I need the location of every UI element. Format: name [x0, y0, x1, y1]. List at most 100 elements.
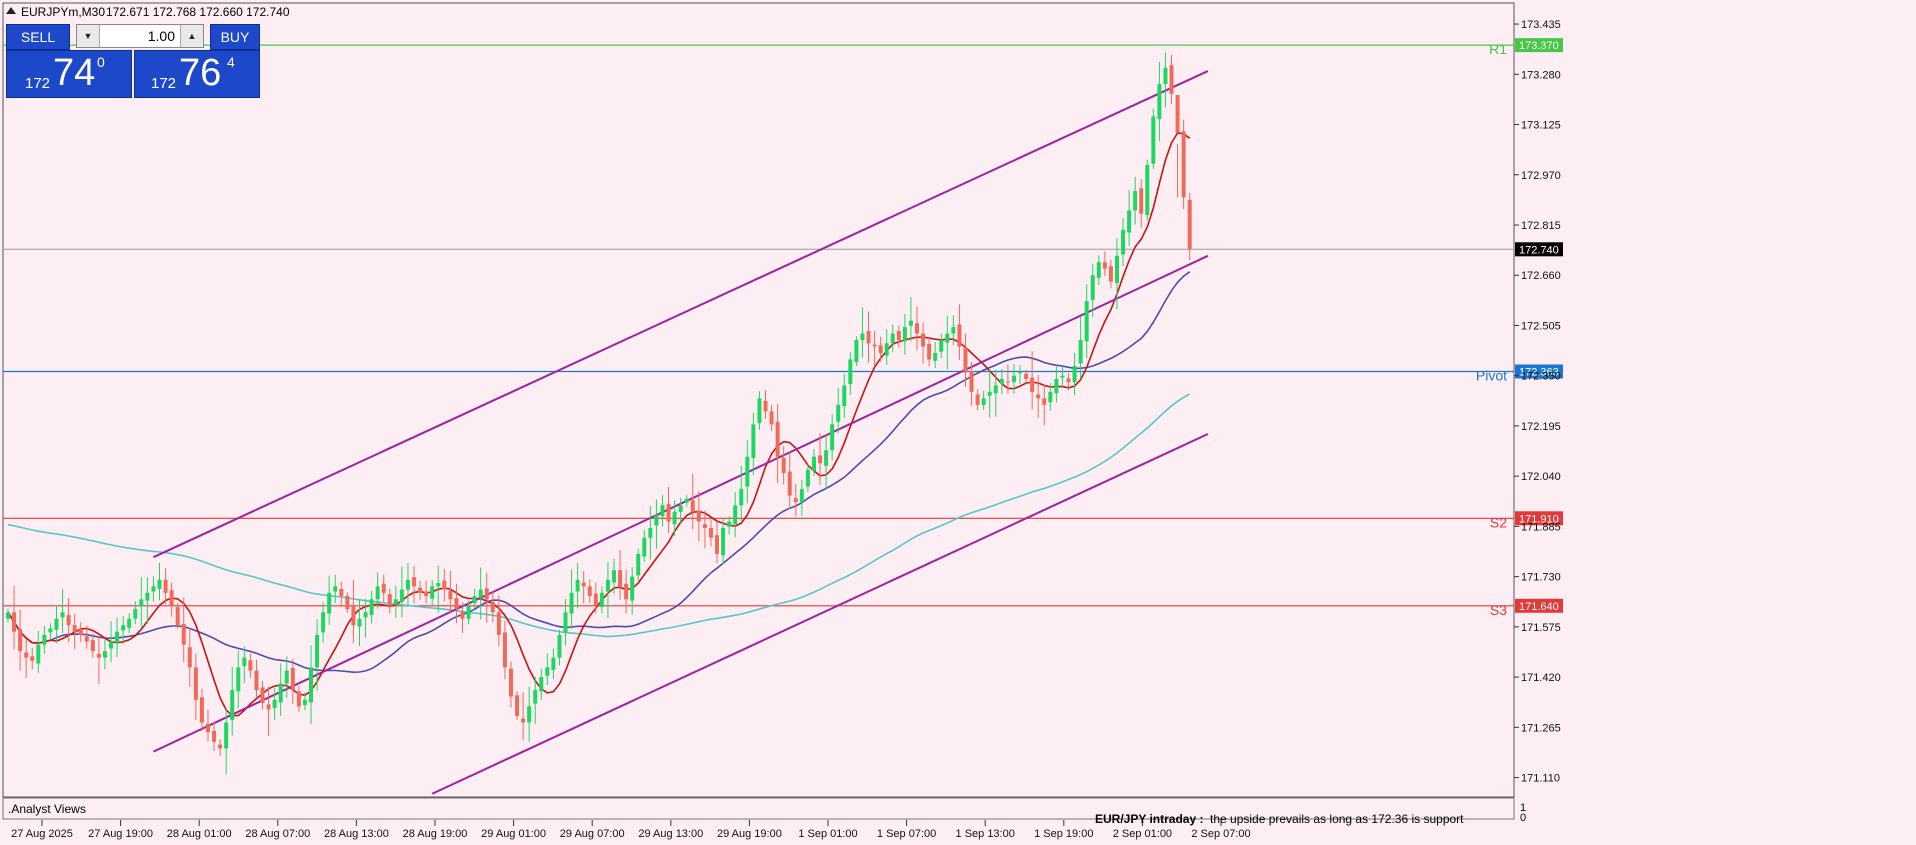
lot-size-value[interactable]: 1.00: [101, 25, 179, 47]
candle-body: [1181, 131, 1186, 198]
candle-body: [72, 625, 77, 632]
price-tick-label: 173.125: [1521, 120, 1561, 132]
candle-body: [696, 510, 701, 522]
candle-body: [605, 579, 610, 592]
analyst-comment-text: the upside prevails as long as 172.36 is…: [1210, 812, 1464, 826]
candle-body: [848, 359, 853, 385]
candle-body: [1151, 116, 1156, 164]
candle-body: [587, 586, 592, 597]
price-tick-label: 171.265: [1521, 722, 1561, 734]
candle-body: [169, 590, 174, 606]
price-tick-label: 173.435: [1521, 19, 1561, 31]
price-tick-label: 172.815: [1521, 220, 1561, 232]
candle-body: [1048, 391, 1053, 403]
candle-body: [763, 400, 768, 412]
candle-body: [151, 586, 156, 592]
candle-body: [666, 504, 671, 522]
candle-body: [472, 596, 477, 604]
price-tick-label: 171.730: [1521, 572, 1561, 584]
candle-body: [581, 582, 586, 587]
candle-body: [315, 634, 320, 668]
sell-price-prefix: 172: [25, 75, 51, 92]
candle-body: [896, 330, 901, 341]
candle-body: [1163, 67, 1168, 85]
candle-body: [1169, 65, 1174, 94]
candle-body: [945, 333, 950, 343]
candle-body: [187, 647, 192, 668]
candle-body: [921, 333, 926, 347]
time-tick-label: 27 Aug 19:00: [88, 828, 153, 840]
buy-price-point: 4: [227, 54, 235, 70]
candle-body: [866, 330, 871, 344]
candle-body: [181, 623, 186, 645]
candle-body: [1005, 381, 1010, 383]
candle-body: [751, 424, 756, 459]
candle-body: [612, 570, 616, 583]
candle-body: [18, 629, 23, 652]
buy-price-box[interactable]: 172 76 4: [134, 50, 260, 98]
time-tick-label: 28 Aug 07:00: [245, 828, 310, 840]
candle-body: [266, 704, 271, 710]
candle-body: [563, 612, 568, 633]
candle-body: [1066, 378, 1071, 383]
candle-body: [145, 592, 150, 601]
price-tick-label: 172.040: [1521, 471, 1561, 483]
candle-body: [375, 586, 380, 600]
candle-body: [1121, 229, 1126, 255]
candle-body: [1133, 190, 1138, 211]
sell-button[interactable]: SELL: [6, 24, 70, 50]
candle-body: [1054, 378, 1059, 394]
candle-body: [1060, 375, 1065, 378]
candle-body: [1114, 255, 1119, 284]
candle-body: [769, 411, 774, 425]
candle-body: [418, 587, 423, 593]
time-tick-label: 29 Aug 13:00: [638, 828, 703, 840]
candle-body: [575, 579, 580, 592]
candle-body: [593, 593, 598, 606]
candle-body: [1024, 373, 1029, 379]
sell-price-box[interactable]: 172 74 0: [6, 50, 132, 98]
candle-body: [787, 471, 792, 496]
time-tick-label: 1 Sep 19:00: [1034, 828, 1093, 840]
lot-size-field[interactable]: ▼ 1.00 ▲: [76, 24, 204, 48]
candle-body: [508, 668, 513, 697]
lot-increase-icon[interactable]: ▲: [180, 25, 203, 47]
candle-body: [933, 353, 938, 361]
level-price-label-r1: 173.370: [1519, 40, 1559, 52]
price-tick-label: 171.575: [1521, 622, 1561, 634]
candle-body: [642, 537, 647, 557]
candle-body: [12, 612, 17, 632]
candle-body: [6, 612, 10, 619]
candle-body: [218, 744, 223, 749]
candle-body: [878, 345, 883, 354]
candle-body: [230, 690, 235, 720]
price-tick-label: 172.350: [1521, 371, 1561, 383]
lot-decrease-icon[interactable]: ▼: [77, 25, 100, 47]
sell-price-point: 0: [97, 54, 105, 70]
current-price-label: 172.740: [1519, 244, 1559, 256]
candle-body: [799, 489, 804, 503]
candle-body: [478, 589, 483, 598]
candle-body: [157, 579, 162, 589]
candle-body: [224, 722, 229, 749]
candle-body: [824, 450, 829, 466]
time-tick-label: 2 Sep 07:00: [1191, 828, 1250, 840]
candle-body: [721, 528, 726, 556]
candle-body: [175, 607, 180, 626]
candle-body: [939, 340, 944, 352]
candle-body: [1187, 200, 1192, 250]
price-tick-label: 173.280: [1521, 69, 1561, 81]
candle-body: [733, 505, 738, 525]
candle-body: [884, 343, 889, 356]
candle-body: [1018, 372, 1023, 374]
candle-body: [424, 591, 429, 597]
candle-body: [975, 394, 980, 405]
price-chart[interactable]: 173.370R1172.363Pivot171.910S2171.640S31…: [0, 0, 1916, 840]
candle-body: [351, 606, 356, 626]
candle-body: [963, 347, 968, 373]
buy-button[interactable]: BUY: [210, 24, 260, 50]
time-tick-label: 2 Sep 01:00: [1113, 828, 1172, 840]
candle-body: [1030, 377, 1035, 392]
candle-body: [708, 528, 713, 538]
candle-body: [454, 598, 459, 610]
